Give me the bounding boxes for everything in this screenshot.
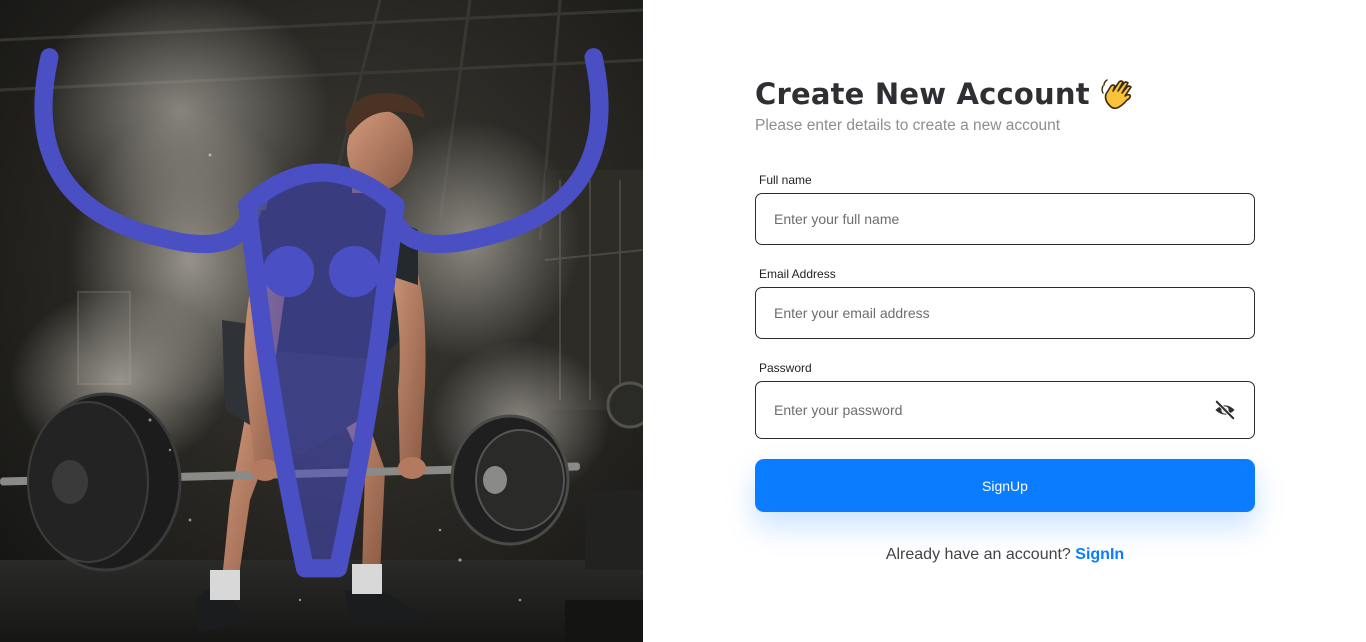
password-field[interactable] bbox=[755, 381, 1255, 439]
page-subtitle: Please enter details to create a new acc… bbox=[755, 117, 1061, 134]
full-name-input[interactable] bbox=[774, 194, 1236, 244]
full-name-field[interactable] bbox=[755, 193, 1255, 245]
email-input[interactable] bbox=[774, 288, 1236, 338]
signin-prompt-text: Already have an account? bbox=[885, 546, 1071, 563]
waving-hand-icon bbox=[1101, 79, 1132, 110]
signin-link[interactable]: SignIn bbox=[1075, 546, 1124, 563]
signup-form-panel: Create New Account Please enter details … bbox=[643, 0, 1366, 642]
password-input[interactable] bbox=[774, 382, 1214, 438]
email-field[interactable] bbox=[755, 287, 1255, 339]
signin-prompt: Already have an account? SignIn bbox=[755, 546, 1255, 564]
email-label: Email Address bbox=[759, 267, 836, 281]
hero-image-panel bbox=[0, 0, 643, 642]
bull-skull-icon bbox=[34, 48, 609, 578]
page-title-text: Create New Account bbox=[755, 77, 1090, 111]
signup-button[interactable]: SignUp bbox=[755, 459, 1255, 512]
page-title: Create New Account bbox=[755, 76, 1136, 112]
password-label: Password bbox=[759, 361, 812, 375]
full-name-label: Full name bbox=[759, 173, 812, 187]
eye-off-icon[interactable] bbox=[1214, 399, 1236, 421]
